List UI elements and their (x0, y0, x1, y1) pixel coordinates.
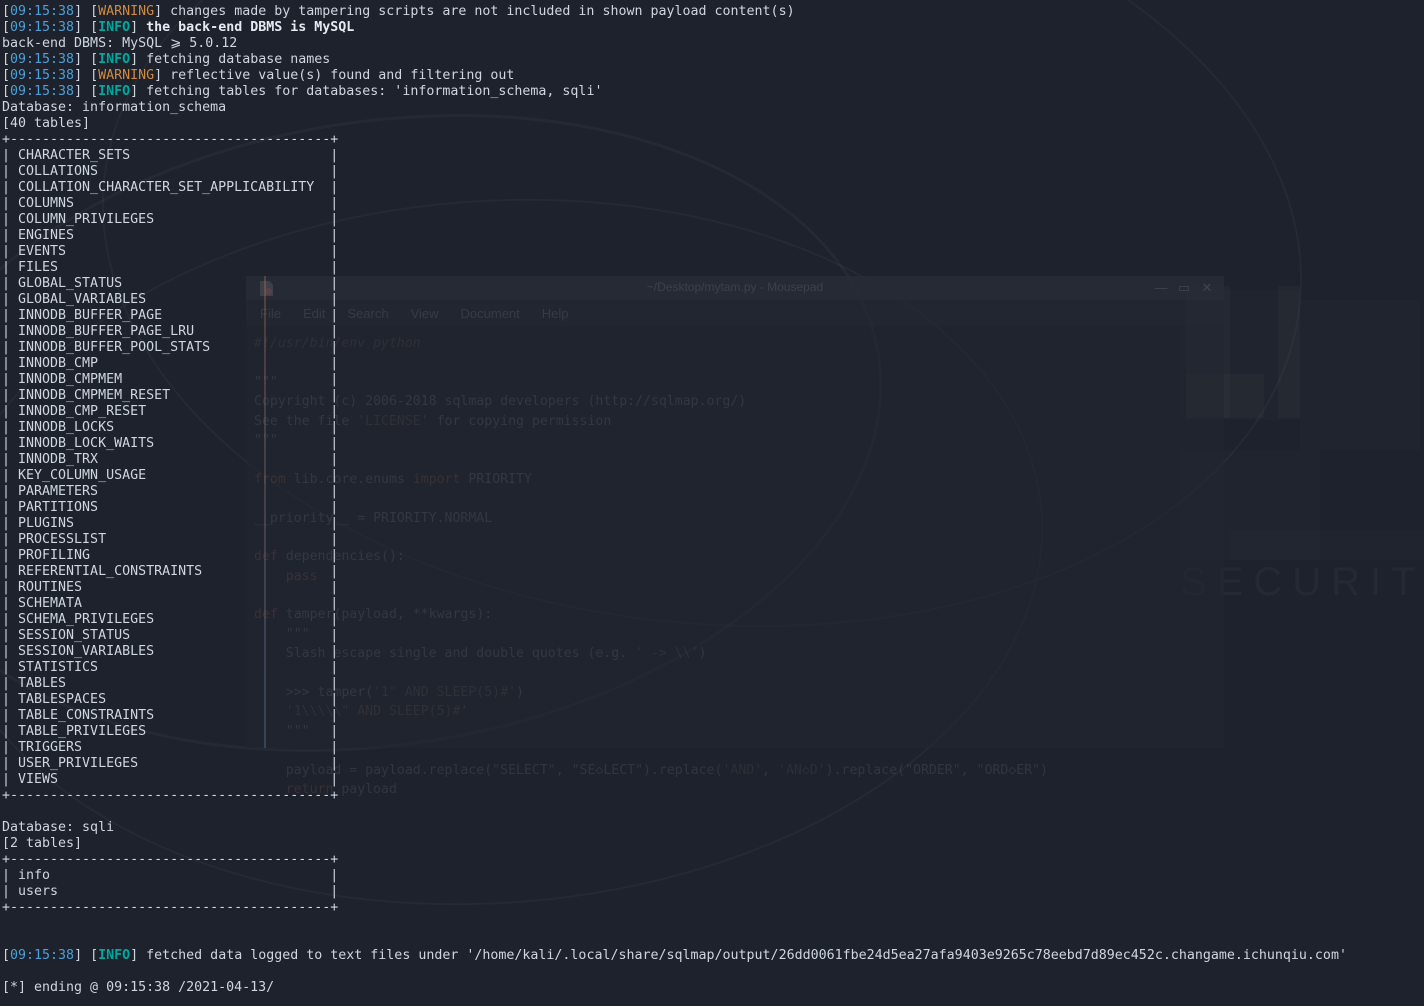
terminal-ending-line: [*] ending @ 09:15:38 /2021-04-13/ (2, 980, 275, 995)
table-name-row: | INNODB_CMPMEM_RESET | (2, 388, 339, 403)
table-name-row: | TRIGGERS | (2, 740, 339, 755)
table-name-row: | INNODB_BUFFER_POOL_STATS | (2, 340, 339, 355)
table-name-row: | CHARACTER_SETS | (2, 148, 339, 163)
terminal-output[interactable]: [09:15:38] [WARNING] changes made by tam… (0, 0, 1424, 1006)
table-name-row: | VIEWS | (2, 772, 339, 787)
table-name-row: | STATISTICS | (2, 660, 339, 675)
terminal-log-line: [09:15:38] [INFO] fetched data logged to… (2, 948, 1347, 963)
terminal-log-line: [09:15:38] [INFO] fetching tables for da… (2, 84, 603, 99)
table-name-row: | SESSION_VARIABLES | (2, 644, 339, 659)
table-name-row: | INNODB_CMPMEM | (2, 372, 339, 387)
table-name-row: | SESSION_STATUS | (2, 628, 339, 643)
table-name-row: | PROCESSLIST | (2, 532, 339, 547)
table-name-row: | USER_PRIVILEGES | (2, 756, 339, 771)
table-name-row: | INNODB_BUFFER_PAGE | (2, 308, 339, 323)
table-name-row: | INNODB_CMP_RESET | (2, 404, 339, 419)
table-box-bottom: +---------------------------------------… (2, 788, 339, 803)
terminal-log-line: [09:15:38] [WARNING] changes made by tam… (2, 4, 795, 19)
table-name-row: | PARAMETERS | (2, 484, 339, 499)
terminal-log-line: [09:15:38] [INFO] the back-end DBMS is M… (2, 20, 355, 35)
table-name-row: | ENGINES | (2, 228, 339, 243)
table-name-row: | GLOBAL_VARIABLES | (2, 292, 339, 307)
table-name-row: | PLUGINS | (2, 516, 339, 531)
table-name-row: | REFERENTIAL_CONSTRAINTS | (2, 564, 339, 579)
database-header: Database: information_schema (2, 100, 227, 115)
table-name-row: | FILES | (2, 260, 339, 275)
table-name-row: | EVENTS | (2, 244, 339, 259)
database-header: Database: sqli (2, 820, 115, 835)
table-name-row: | TABLES | (2, 676, 339, 691)
table-name-row: | INNODB_LOCK_WAITS | (2, 436, 339, 451)
table-name-row: | TABLE_PRIVILEGES | (2, 724, 339, 739)
desktop-screen: SECURITY ~/Desktop/mytam.py - Mousepad —… (0, 0, 1424, 1006)
table-name-row: | PARTITIONS | (2, 500, 339, 515)
table-name-row: | GLOBAL_STATUS | (2, 276, 339, 291)
table-name-row: | users | (2, 884, 339, 899)
table-name-row: | INNODB_LOCKS | (2, 420, 339, 435)
table-box-top: +---------------------------------------… (2, 852, 339, 867)
table-name-row: | TABLE_CONSTRAINTS | (2, 708, 339, 723)
table-name-row: | PROFILING | (2, 548, 339, 563)
terminal-log-line: [09:15:38] [INFO] fetching database name… (2, 52, 331, 67)
table-name-row: | INNODB_BUFFER_PAGE_LRU | (2, 324, 339, 339)
table-count-label: [40 tables] (2, 116, 91, 131)
table-name-row: | INNODB_TRX | (2, 452, 339, 467)
table-name-row: | COLUMNS | (2, 196, 339, 211)
table-name-row: | COLUMN_PRIVILEGES | (2, 212, 339, 227)
table-name-row: | COLLATION_CHARACTER_SET_APPLICABILITY … (2, 180, 339, 195)
table-name-row: | COLLATIONS | (2, 164, 339, 179)
terminal-log-line: back-end DBMS: MySQL ⩾ 5.0.12 (2, 36, 238, 51)
table-name-row: | ROUTINES | (2, 580, 339, 595)
table-name-row: | INNODB_CMP | (2, 356, 339, 371)
table-box-bottom: +---------------------------------------… (2, 900, 339, 915)
terminal-log-line: [09:15:38] [WARNING] reflective value(s)… (2, 68, 515, 83)
table-name-row: | SCHEMATA | (2, 596, 339, 611)
table-name-row: | KEY_COLUMN_USAGE | (2, 468, 339, 483)
table-count-label: [2 tables] (2, 836, 83, 851)
table-box-top: +---------------------------------------… (2, 132, 339, 147)
table-name-row: | info | (2, 868, 339, 883)
table-name-row: | TABLESPACES | (2, 692, 339, 707)
table-name-row: | SCHEMA_PRIVILEGES | (2, 612, 339, 627)
